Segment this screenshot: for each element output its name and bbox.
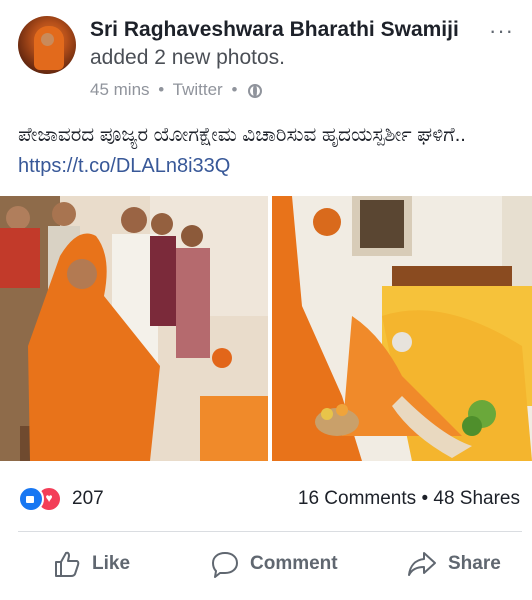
post-title: Sri Raghaveshwara Bharathi Swamiji added… [90,16,470,72]
caption-link[interactable]: https://t.co/DLALn8i33Q [18,155,230,177]
stats-separator: • [421,488,434,509]
author-name-link[interactable]: Sri Raghaveshwara Bharathi Swamiji [90,18,459,41]
avatar-face [41,33,54,46]
globe-icon [248,84,263,98]
source-link[interactable]: Twitter [173,80,223,99]
share-button[interactable]: Share [406,548,501,580]
share-label: Share [448,553,501,574]
reactions-count[interactable]: 207 [72,488,104,510]
like-label: Like [92,553,131,574]
photo-1-illustration [0,196,268,461]
photo-2-illustration [272,196,532,461]
comment-label: Comment [250,553,338,574]
shares-count[interactable]: 48 Shares [433,488,520,509]
like-reaction-icon [18,486,44,512]
more-options-icon[interactable]: ··· [489,18,514,44]
post-header: Sri Raghaveshwara Bharathi Swamiji added… [0,0,532,110]
share-icon [408,552,436,576]
divider [18,531,522,532]
photo-2[interactable] [272,196,532,461]
photo-1[interactable] [0,196,268,461]
comments-count[interactable]: 16 Comments [298,488,416,509]
post-action-text: added 2 new photos. [90,46,285,69]
caption-text: ಪೇಜಾವರದ ಪೂಜ್ಯರ ಯೋಗಕ್ಷೇಮ ವಿಚಾರಿಸುವ ಹೃದಯಸ್… [18,124,466,146]
meta-separator: • [158,80,165,99]
thumbs-up-icon [55,551,80,577]
like-button[interactable]: Like [52,548,130,580]
timestamp[interactable]: 45 mins [90,80,150,99]
meta-separator: • [231,80,238,99]
avatar[interactable] [18,16,76,74]
comment-icon [212,552,238,578]
photo-grid [0,196,532,461]
action-bar: Like Comment Share [0,542,532,586]
post-meta: 45 mins • Twitter • [90,80,263,100]
comment-button[interactable]: Comment [210,548,338,580]
post-caption: ಪೇಜಾವರದ ಪೂಜ್ಯರ ಯೋಗಕ್ಷೇಮ ವಿಚಾರಿಸುವ ಹೃದಯಸ್… [18,120,518,182]
engagement-stats: 16 Comments • 48 Shares [298,488,520,510]
